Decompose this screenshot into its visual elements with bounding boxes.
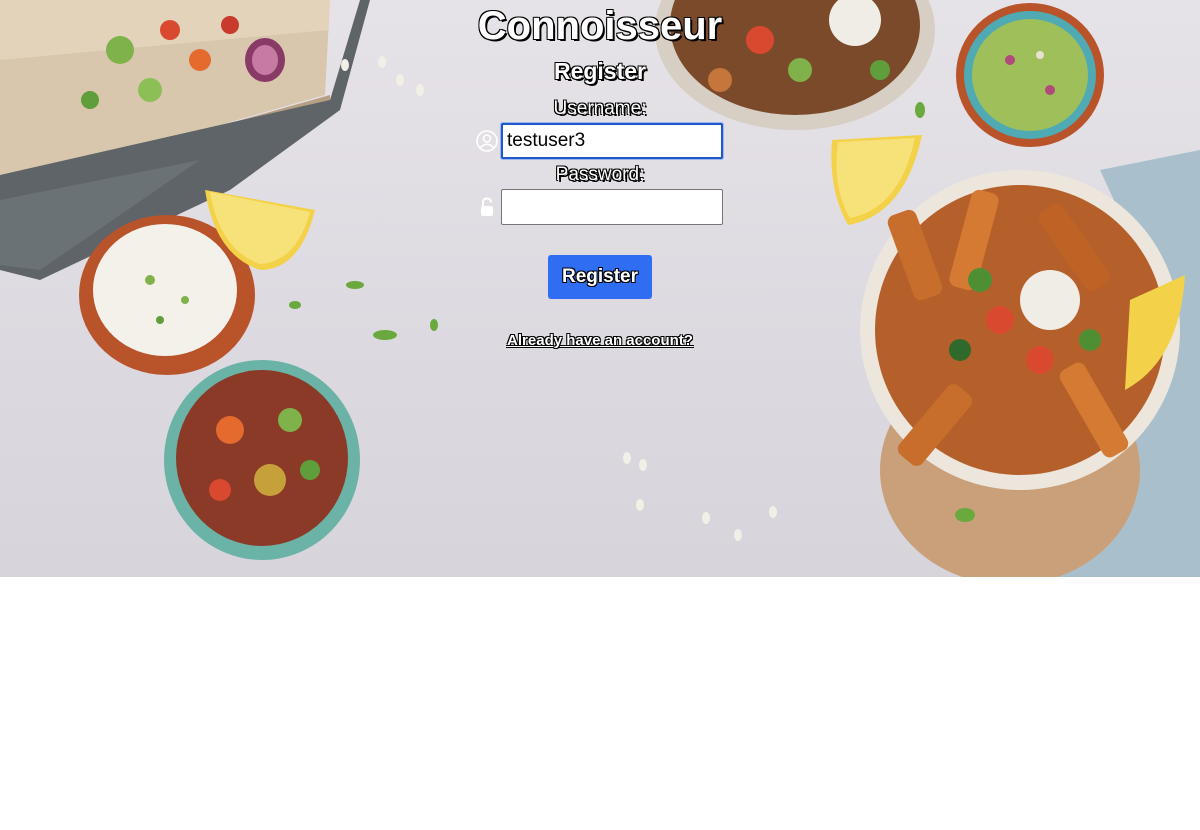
bean-bowl-image <box>164 360 360 560</box>
password-field-row <box>476 189 726 225</box>
username-input[interactable] <box>501 123 723 159</box>
lock-icon <box>476 196 498 218</box>
password-label: Password: <box>555 164 645 185</box>
already-have-account-link[interactable]: Already have an account? <box>507 332 693 349</box>
username-field-row <box>476 123 726 159</box>
app-title: Connoisseur <box>477 4 723 48</box>
form-heading: Register <box>553 58 647 84</box>
username-label: Username: <box>553 98 647 119</box>
user-icon <box>476 130 498 152</box>
password-input[interactable] <box>501 189 723 225</box>
register-button[interactable]: Register <box>548 255 652 299</box>
login-link-container: Already have an account? <box>0 331 1200 351</box>
